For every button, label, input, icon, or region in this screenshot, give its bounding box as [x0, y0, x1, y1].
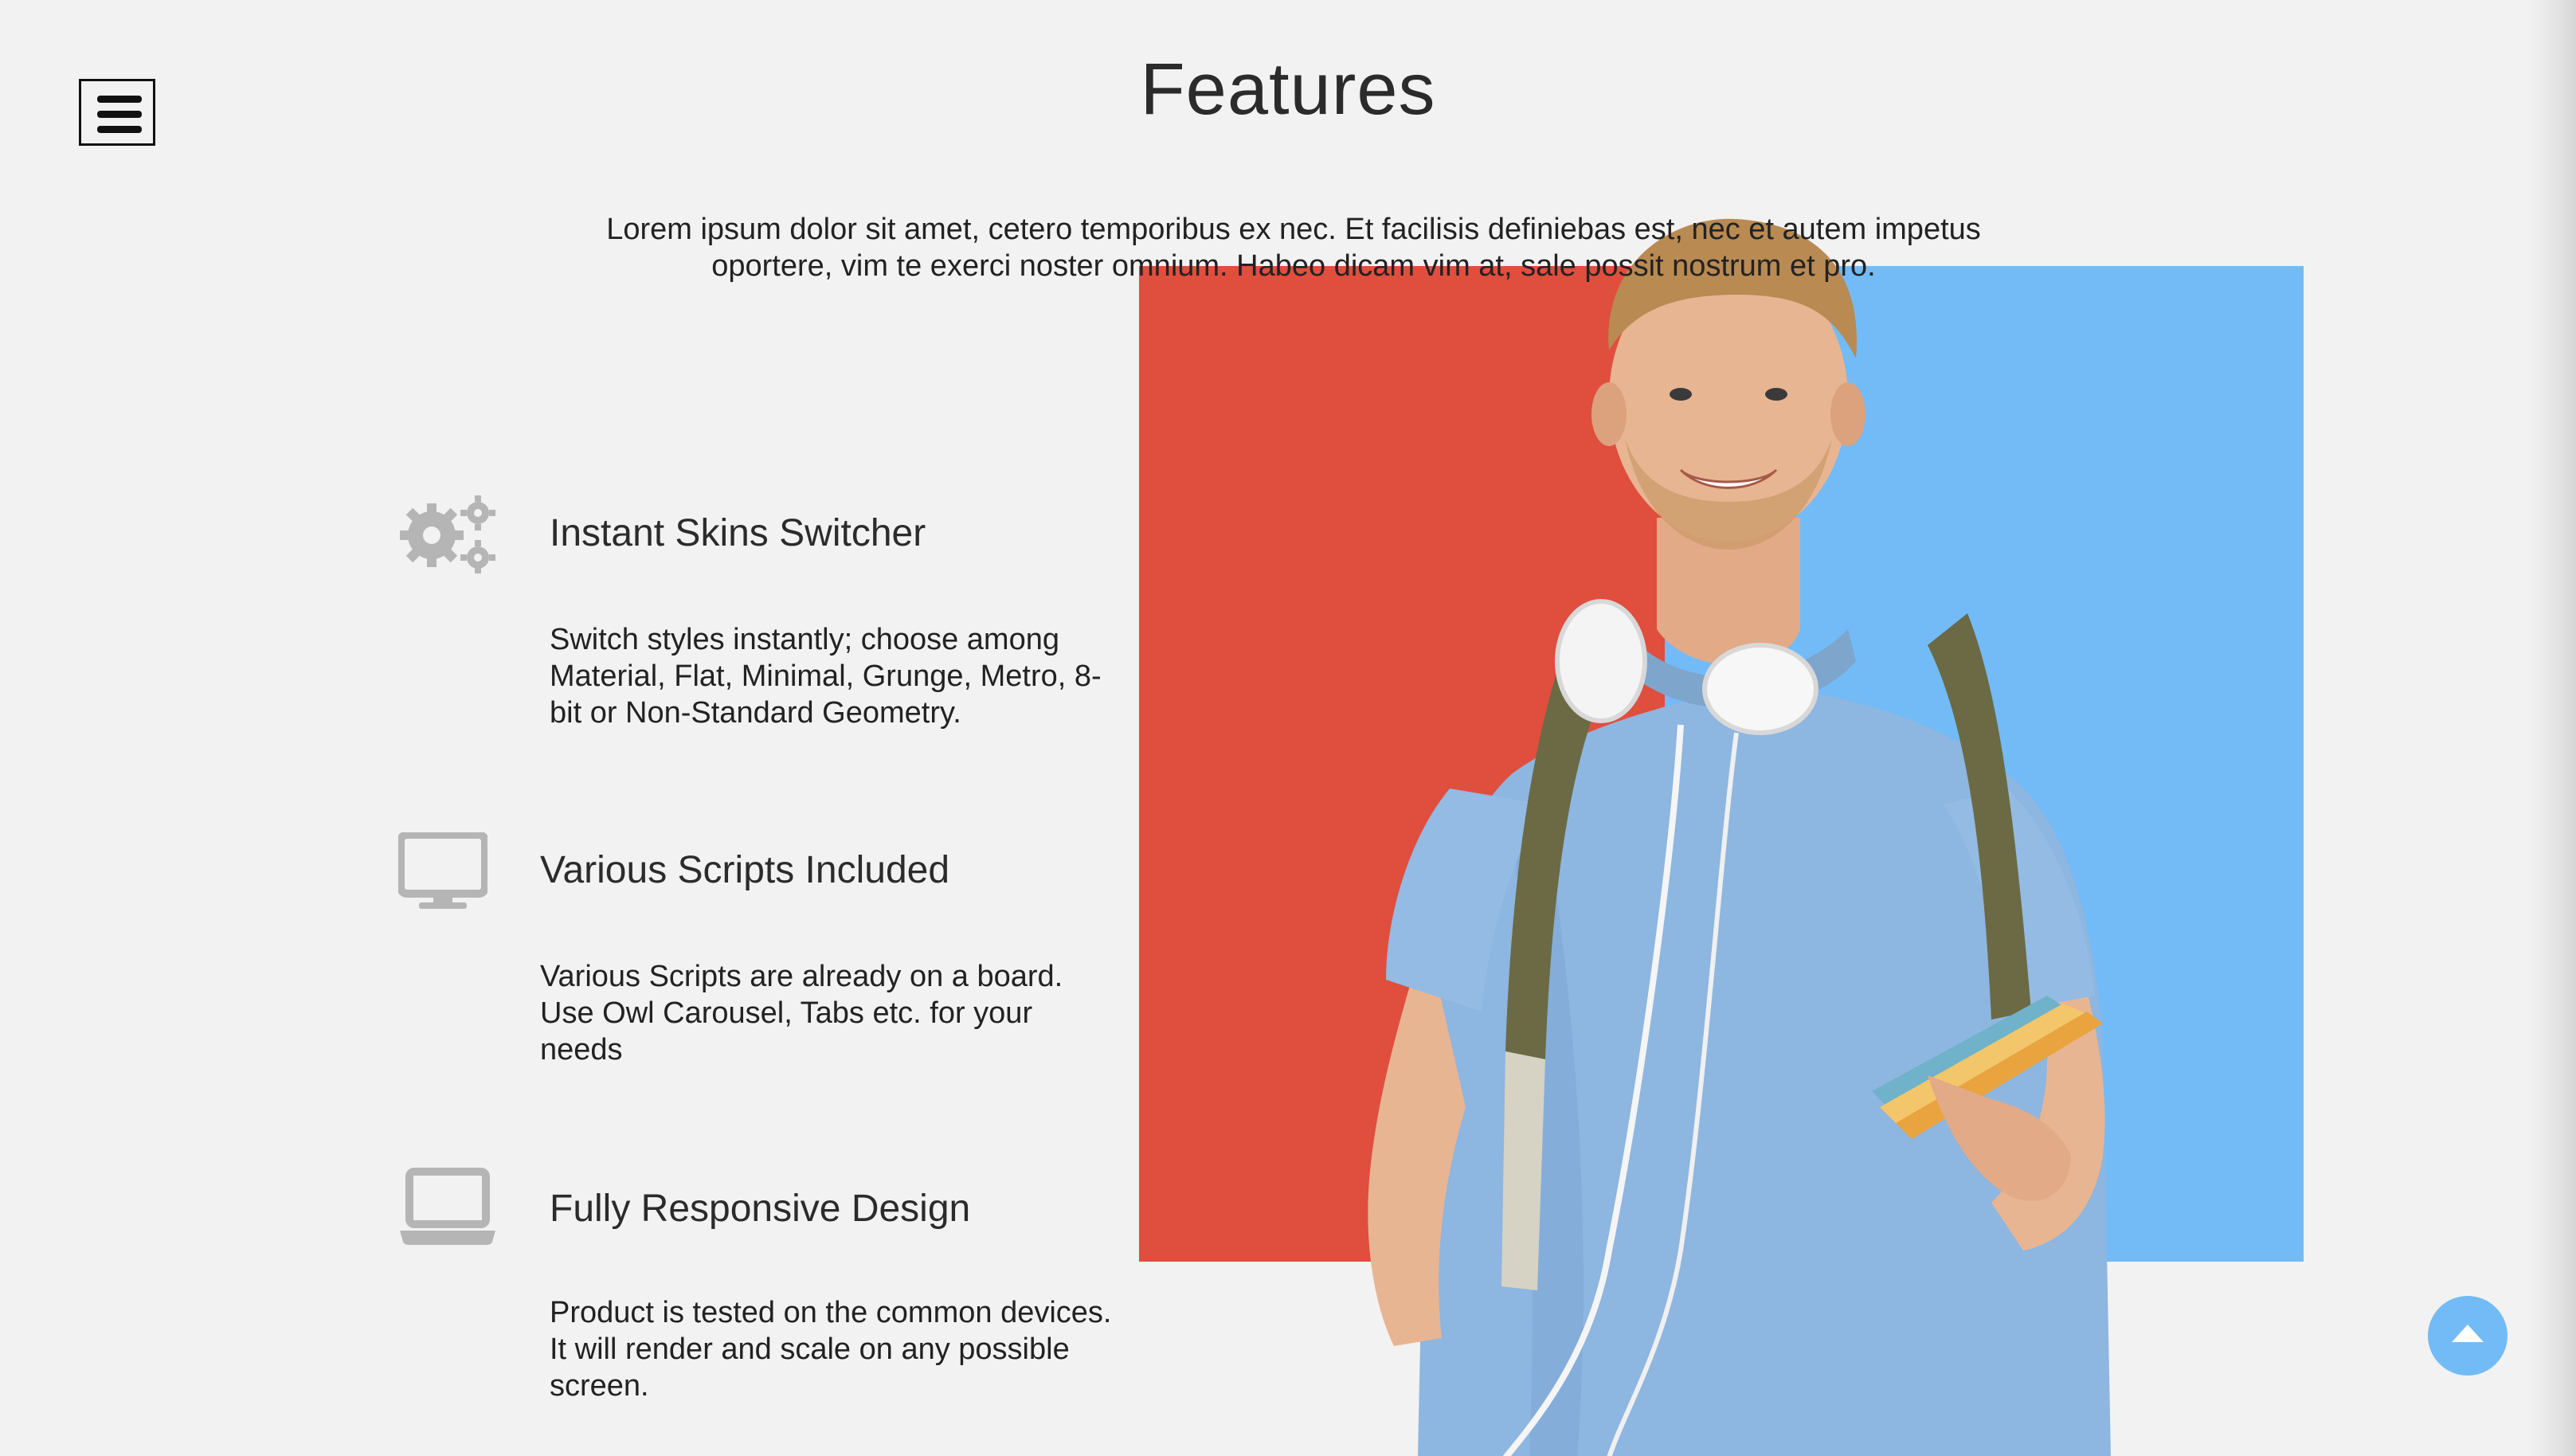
scroll-to-top-button[interactable] [2428, 1296, 2507, 1376]
right-edge-shadow [2528, 0, 2576, 1456]
desktop-monitor-icon [398, 832, 487, 909]
arrow-up-icon [2452, 1325, 2484, 1342]
page-title: Features [1140, 49, 1436, 130]
laptop-icon [400, 1168, 495, 1245]
gears-icon [400, 495, 495, 573]
feature-description: Various Scripts are already on a board. … [540, 960, 1063, 1067]
feature-title: Various Scripts Included [540, 849, 950, 891]
intro-text: Lorem ipsum dolor sit amet, cetero tempo… [606, 213, 1981, 283]
feature-title: Instant Skins Switcher [550, 512, 926, 554]
feature-description: Product is tested on the common devices.… [550, 1296, 1112, 1403]
features-page: Features Lorem ipsum dolor sit amet, cet… [0, 0, 2576, 1456]
hero-student-image [1368, 218, 2111, 1456]
feature-title: Fully Responsive Design [550, 1188, 971, 1230]
feature-description: Switch styles instantly; choose among Ma… [550, 623, 1102, 730]
